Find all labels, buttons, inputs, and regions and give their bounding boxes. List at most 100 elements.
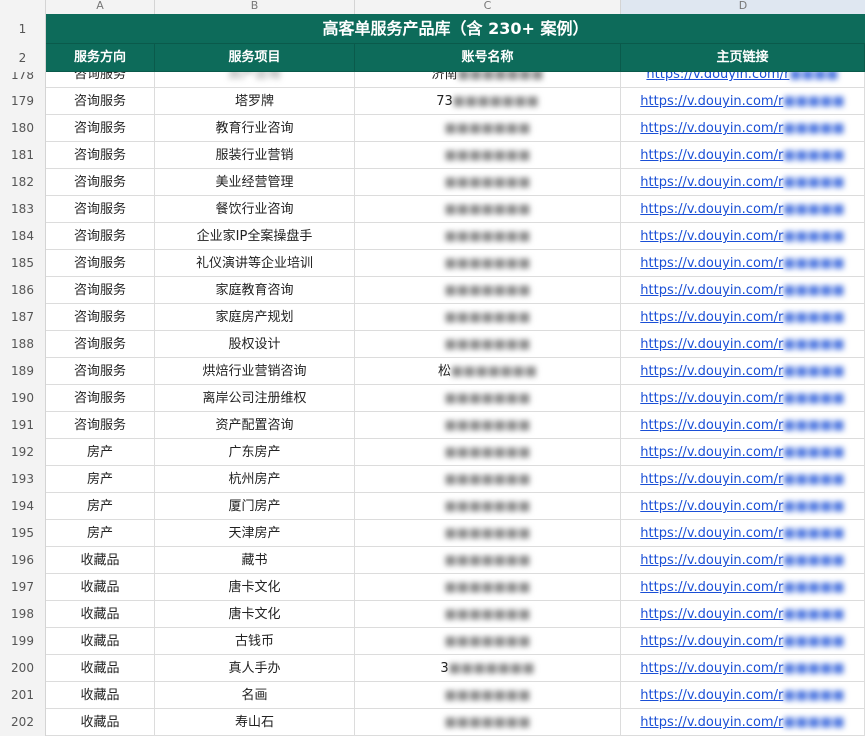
cell-link-text[interactable]: https://v.douyin.com/r — [640, 526, 783, 541]
cell-item[interactable]: 古钱币 — [155, 628, 355, 655]
cell-link-text[interactable]: https://v.douyin.com/r — [646, 72, 789, 82]
cell-link-text[interactable]: https://v.douyin.com/r — [640, 391, 783, 406]
row-header[interactable]: 200 — [0, 655, 46, 682]
cell-link[interactable]: https://v.douyin.com/r■■■■■ — [621, 250, 865, 277]
cell-item[interactable]: 房产咨询 — [155, 72, 355, 88]
cell-item[interactable]: 美业经营管理 — [155, 169, 355, 196]
cell-link[interactable]: https://v.douyin.com/r■■■■■ — [621, 304, 865, 331]
cell-link[interactable]: https://v.douyin.com/r■■■■■ — [621, 169, 865, 196]
cell-direction[interactable]: 收藏品 — [46, 574, 155, 601]
cell-account[interactable]: ■■■■■■■ — [355, 709, 621, 736]
cell-link[interactable]: https://v.douyin.com/r■■■■■ — [621, 709, 865, 736]
cell-account[interactable]: 3■■■■■■■ — [355, 655, 621, 682]
cell-account[interactable]: ■■■■■■■ — [355, 547, 621, 574]
row-header[interactable]: 183 — [0, 196, 46, 223]
row-header[interactable]: 197 — [0, 574, 46, 601]
cell-link[interactable]: https://v.douyin.com/r■■■■■ — [621, 223, 865, 250]
cell-link-text[interactable]: https://v.douyin.com/r — [640, 634, 783, 649]
cell-item[interactable]: 杭州房产 — [155, 466, 355, 493]
cell-link-text[interactable]: https://v.douyin.com/r — [640, 202, 783, 217]
cell-account[interactable]: ■■■■■■■ — [355, 466, 621, 493]
cell-direction[interactable]: 房产 — [46, 466, 155, 493]
row-header[interactable]: 199 — [0, 628, 46, 655]
cell-link-text[interactable]: https://v.douyin.com/r — [640, 175, 783, 190]
cell-account[interactable]: ■■■■■■■ — [355, 223, 621, 250]
cell-direction[interactable]: 咨询服务 — [46, 331, 155, 358]
cell-item[interactable]: 家庭房产规划 — [155, 304, 355, 331]
row-header[interactable]: 188 — [0, 331, 46, 358]
cell-account[interactable]: ■■■■■■■ — [355, 385, 621, 412]
cell-item[interactable]: 服装行业营销 — [155, 142, 355, 169]
cell-direction[interactable]: 咨询服务 — [46, 142, 155, 169]
cell-item[interactable]: 名画 — [155, 682, 355, 709]
cell-item[interactable]: 企业家IP全案操盘手 — [155, 223, 355, 250]
cell-item[interactable]: 离岸公司注册维权 — [155, 385, 355, 412]
cell-link[interactable]: https://v.douyin.com/r■■■■■ — [621, 196, 865, 223]
cell-link[interactable]: https://v.douyin.com/r■■■■■ — [621, 466, 865, 493]
cell-direction[interactable]: 咨询服务 — [46, 358, 155, 385]
row-header[interactable]: 193 — [0, 466, 46, 493]
cell-direction[interactable]: 收藏品 — [46, 709, 155, 736]
row-header[interactable]: 190 — [0, 385, 46, 412]
cell-link-text[interactable]: https://v.douyin.com/r — [640, 580, 783, 595]
cell-direction[interactable]: 咨询服务 — [46, 277, 155, 304]
cell-item[interactable]: 唐卡文化 — [155, 601, 355, 628]
cell-item[interactable]: 塔罗牌 — [155, 88, 355, 115]
cell-direction[interactable]: 咨询服务 — [46, 115, 155, 142]
cell-link[interactable]: https://v.douyin.com/r■■■■■ — [621, 331, 865, 358]
cell-direction[interactable]: 咨询服务 — [46, 88, 155, 115]
cell-link[interactable]: https://v.douyin.com/r■■■■■ — [621, 385, 865, 412]
cell-direction[interactable]: 收藏品 — [46, 628, 155, 655]
row-header[interactable]: 184 — [0, 223, 46, 250]
row-header[interactable]: 191 — [0, 412, 46, 439]
cell-direction[interactable]: 咨询服务 — [46, 196, 155, 223]
cell-item[interactable]: 烘焙行业营销咨询 — [155, 358, 355, 385]
cell-direction[interactable]: 收藏品 — [46, 682, 155, 709]
row-header[interactable]: 181 — [0, 142, 46, 169]
row-header[interactable]: 186 — [0, 277, 46, 304]
cell-link[interactable]: https://v.douyin.com/r■■■■■ — [621, 493, 865, 520]
cell-direction[interactable]: 房产 — [46, 520, 155, 547]
column-header-a[interactable]: A — [46, 0, 155, 14]
cell-item[interactable]: 礼仪演讲等企业培训 — [155, 250, 355, 277]
cell-link[interactable]: https://v.douyin.com/r■■■■■ — [621, 142, 865, 169]
cell-account[interactable]: ■■■■■■■ — [355, 412, 621, 439]
cell-link[interactable]: https://v.douyin.com/r■■■■■ — [621, 547, 865, 574]
cell-account[interactable]: ■■■■■■■ — [355, 304, 621, 331]
cell-link-text[interactable]: https://v.douyin.com/r — [640, 148, 783, 163]
cell-item[interactable]: 真人手办 — [155, 655, 355, 682]
cell-link-text[interactable]: https://v.douyin.com/r — [640, 715, 783, 730]
cell-account[interactable]: ■■■■■■■ — [355, 682, 621, 709]
cell-link[interactable]: https://v.douyin.com/r■■■■■ — [621, 439, 865, 466]
cell-link-text[interactable]: https://v.douyin.com/r — [640, 121, 783, 136]
column-header-b[interactable]: B — [155, 0, 355, 14]
cell-account[interactable]: ■■■■■■■ — [355, 520, 621, 547]
cell-item[interactable]: 股权设计 — [155, 331, 355, 358]
cell-link[interactable]: https://v.douyin.com/r■■■■■ — [621, 520, 865, 547]
row-header[interactable]: 2 — [0, 44, 46, 72]
cell-direction[interactable]: 咨询服务 — [46, 412, 155, 439]
row-header[interactable]: 201 — [0, 682, 46, 709]
cell-item[interactable]: 寿山石 — [155, 709, 355, 736]
cell-account[interactable]: ■■■■■■■ — [355, 628, 621, 655]
row-header[interactable]: 185 — [0, 250, 46, 277]
cell-link-text[interactable]: https://v.douyin.com/r — [640, 499, 783, 514]
cell-account[interactable]: ■■■■■■■ — [355, 115, 621, 142]
row-header[interactable]: 198 — [0, 601, 46, 628]
header-direction[interactable]: 服务方向 — [46, 44, 155, 72]
cell-link[interactable]: https://v.douyin.com/r■■■■■ — [621, 628, 865, 655]
cell-item[interactable]: 广东房产 — [155, 439, 355, 466]
cell-link[interactable]: https://v.douyin.com/r■■■■■ — [621, 277, 865, 304]
cell-link-text[interactable]: https://v.douyin.com/r — [640, 661, 783, 676]
row-header[interactable]: 196 — [0, 547, 46, 574]
row-header[interactable]: 180 — [0, 115, 46, 142]
row-header[interactable]: 194 — [0, 493, 46, 520]
sheet-title[interactable]: 高客单服务产品库（含 230+ 案例） — [46, 14, 865, 44]
cell-account[interactable]: ■■■■■■■ — [355, 331, 621, 358]
cell-direction[interactable]: 房产 — [46, 493, 155, 520]
cell-account[interactable]: 73■■■■■■■ — [355, 88, 621, 115]
select-all-corner[interactable] — [0, 0, 46, 14]
cell-account[interactable]: 松■■■■■■■ — [355, 358, 621, 385]
cell-direction[interactable]: 咨询服务 — [46, 385, 155, 412]
row-header[interactable]: 1 — [0, 14, 46, 44]
